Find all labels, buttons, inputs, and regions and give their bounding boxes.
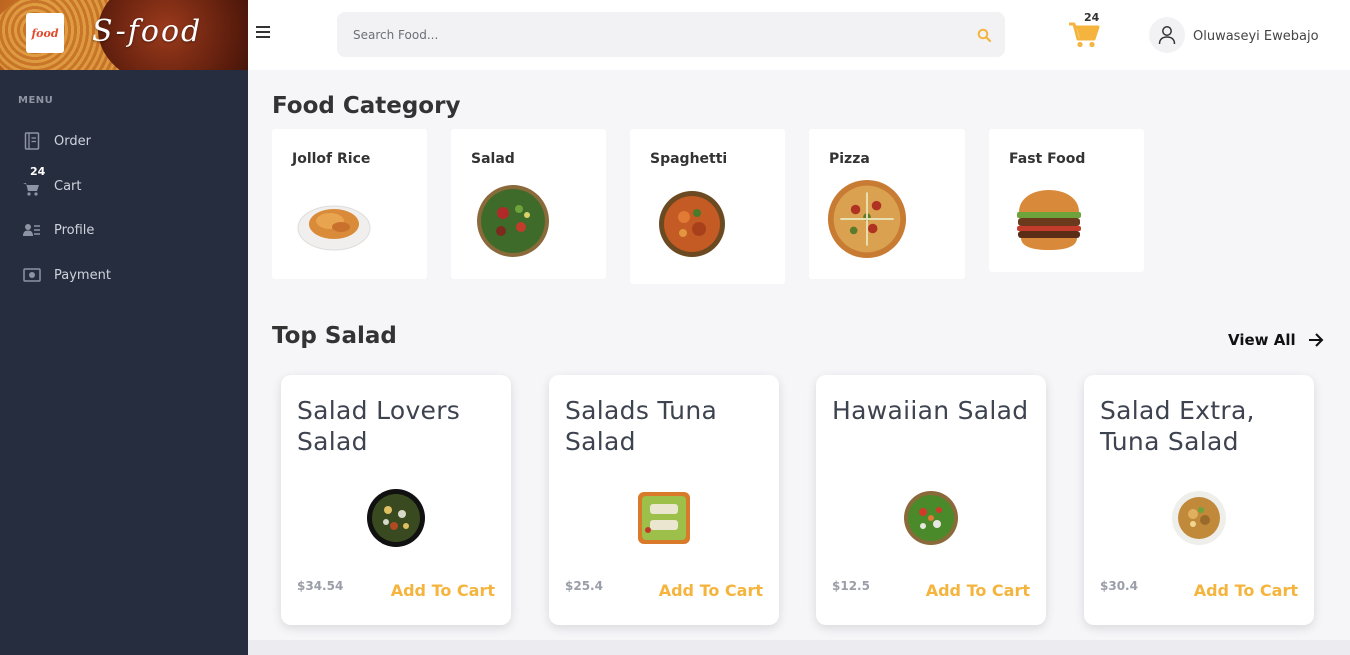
add-to-cart-button[interactable]: Add To Cart xyxy=(1194,581,1298,600)
sidebar-item-profile[interactable]: Profile xyxy=(0,215,248,245)
product-name: Salads Tuna Salad xyxy=(565,396,718,456)
logo-script: S-food xyxy=(92,14,203,49)
category-name: Jollof Rice xyxy=(292,151,371,167)
view-all-link[interactable]: View All xyxy=(1228,331,1324,349)
product-card: Salad Extra, Tuna Salad $30.4 Add To Car… xyxy=(1084,375,1314,625)
top-salad-title: Top Salad xyxy=(272,323,397,349)
jollof-rice-image xyxy=(294,184,374,264)
pizza-image xyxy=(827,179,907,259)
product-price: $12.5 xyxy=(832,579,870,593)
order-icon xyxy=(23,132,41,150)
product-name: Salad Lovers Salad xyxy=(297,396,461,456)
arrow-right-icon xyxy=(1308,332,1324,348)
hamburger-menu-icon[interactable] xyxy=(256,26,270,40)
category-name: Fast Food xyxy=(1009,151,1086,167)
menu-title: MENU xyxy=(18,95,54,106)
product-card: Hawaiian Salad $12.5 Add To Cart xyxy=(816,375,1046,625)
category-card-fast-food[interactable]: Fast Food xyxy=(989,129,1144,272)
sidebar-item-label: Cart xyxy=(54,178,82,194)
category-name: Spaghetti xyxy=(650,151,728,167)
logo-banner[interactable]: food S-food xyxy=(0,0,248,70)
product-price: $30.4 xyxy=(1100,579,1138,593)
category-name: Pizza xyxy=(829,151,870,167)
add-to-cart-button[interactable]: Add To Cart xyxy=(659,581,763,600)
sidebar-item-label: Profile xyxy=(54,222,95,238)
extra-tuna-salad-image xyxy=(1168,487,1230,549)
add-to-cart-button[interactable]: Add To Cart xyxy=(926,581,1030,600)
sidebar-item-cart[interactable]: 24 Cart xyxy=(0,165,248,201)
category-card-jollof-rice[interactable]: Jollof Rice xyxy=(272,129,427,279)
category-card-salad[interactable]: Salad xyxy=(451,129,606,279)
cart-badge: 24 xyxy=(30,165,46,178)
sidebar-item-label: Order xyxy=(54,133,91,149)
profile-icon xyxy=(23,221,41,239)
product-price: $25.4 xyxy=(565,579,603,593)
salad-lovers-image xyxy=(365,487,427,549)
product-price: $34.54 xyxy=(297,579,344,593)
sidebar-item-order[interactable]: Order xyxy=(0,126,248,156)
category-card-pizza[interactable]: Pizza xyxy=(809,129,965,279)
sidebar: food S-food MENU Order 24 Cart Profile P… xyxy=(0,0,248,655)
category-card-spaghetti[interactable]: Spaghetti xyxy=(630,129,785,284)
hawaiian-salad-image xyxy=(900,487,962,549)
search-icon[interactable] xyxy=(977,27,992,43)
burger-image xyxy=(1009,181,1089,261)
sidebar-item-payment[interactable]: Payment xyxy=(0,260,248,290)
product-name: Hawaiian Salad xyxy=(832,396,1029,425)
product-name: Salad Extra, Tuna Salad xyxy=(1100,396,1255,456)
tuna-salad-image xyxy=(633,487,695,549)
logo-badge: food xyxy=(26,13,64,53)
food-category-title: Food Category xyxy=(272,93,461,119)
payment-icon xyxy=(23,266,41,284)
add-to-cart-button[interactable]: Add To Cart xyxy=(391,581,495,600)
sidebar-item-label: Payment xyxy=(54,267,111,283)
search-input[interactable] xyxy=(353,12,953,57)
product-card: Salad Lovers Salad $34.54 Add To Cart xyxy=(281,375,511,625)
search-bar xyxy=(337,12,1005,57)
cart-icon xyxy=(23,180,41,198)
spaghetti-image xyxy=(652,184,732,264)
username[interactable]: Oluwaseyi Ewebajo xyxy=(1193,29,1319,44)
view-all-label: View All xyxy=(1228,331,1296,349)
salad-image xyxy=(473,181,553,261)
product-card: Salads Tuna Salad $25.4 Add To Cart xyxy=(549,375,779,625)
top-header: 24 Oluwaseyi Ewebajo xyxy=(248,0,1350,70)
cart-icon[interactable] xyxy=(1068,18,1100,50)
avatar[interactable] xyxy=(1149,17,1185,53)
category-name: Salad xyxy=(471,151,515,167)
bottom-strip xyxy=(248,640,1350,655)
